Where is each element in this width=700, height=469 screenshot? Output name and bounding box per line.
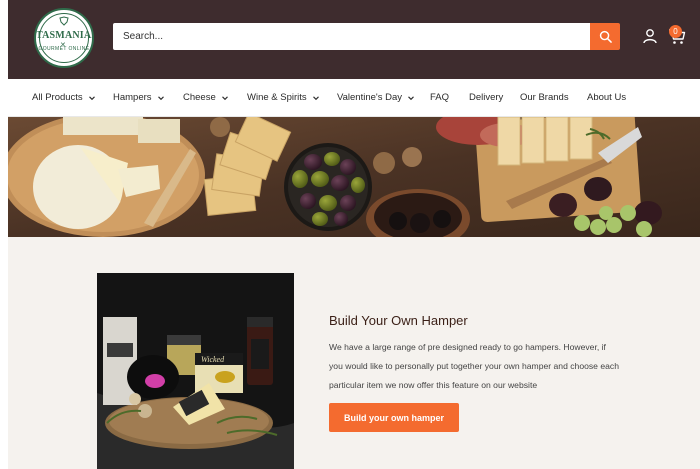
nav-item-all-products[interactable]: All Products	[32, 92, 95, 103]
site-logo[interactable]: TASMANIAN ✕ GOURMET ONLINE	[34, 8, 94, 68]
chevron-down-icon	[312, 95, 319, 100]
chevron-down-icon	[157, 95, 164, 100]
nav-item-label: About Us	[587, 92, 627, 103]
build-your-own-hamper-button[interactable]: Build your own hamper	[329, 403, 459, 432]
user-icon[interactable]	[642, 28, 658, 44]
nav-item-wine-spirits[interactable]: Wine & Spirits	[247, 92, 319, 103]
feature-section: Wicked Build Your Own Hamper We have a l…	[8, 237, 700, 469]
nav-item-valentines-day[interactable]: Valentine's Day	[337, 92, 414, 103]
nav-item-label: Hampers	[113, 92, 152, 103]
logo-text: TASMANIAN	[36, 30, 94, 41]
search-icon	[599, 30, 612, 43]
main-navigation: All Products Hampers Cheese Wine & Spiri…	[8, 79, 700, 117]
search-button[interactable]	[590, 23, 620, 50]
chevron-down-icon	[408, 95, 414, 100]
chevron-down-icon	[88, 95, 95, 100]
feature-title: Build Your Own Hamper	[329, 313, 468, 328]
cheese-platter-illustration	[8, 117, 700, 237]
nav-item-about-us[interactable]: About Us	[587, 92, 626, 103]
product-label-text: Wicked	[201, 355, 225, 364]
site-header: TASMANIAN ✕ GOURMET ONLINE	[8, 0, 700, 79]
nav-item-label: Wine & Spirits	[247, 92, 307, 103]
nav-item-delivery[interactable]: Delivery	[469, 92, 503, 103]
nav-item-label: Our Brands	[520, 92, 569, 103]
hamper-product-image: Wicked	[97, 273, 294, 469]
nav-item-label: All Products	[32, 92, 83, 103]
feature-description: We have a large range of pre designed re…	[329, 342, 619, 390]
hamper-photo-illustration: Wicked	[97, 273, 294, 469]
nav-item-cheese[interactable]: Cheese	[183, 92, 228, 103]
tasmania-mark-icon	[59, 16, 69, 26]
logo-subtext: GOURMET ONLINE	[38, 46, 90, 52]
nav-item-label: FAQ	[430, 92, 450, 103]
chevron-down-icon	[221, 95, 228, 100]
nav-item-label: Delivery	[469, 92, 504, 103]
nav-item-our-brands[interactable]: Our Brands	[520, 92, 569, 103]
nav-item-label: Valentine's Day	[337, 92, 403, 103]
cart-count-badge: 0	[669, 25, 682, 38]
search-input[interactable]	[113, 23, 590, 50]
hero-banner-image	[8, 117, 700, 237]
search-bar	[113, 23, 590, 50]
nav-item-label: Cheese	[183, 92, 216, 103]
nav-item-faq[interactable]: FAQ	[430, 92, 449, 103]
nav-item-hampers[interactable]: Hampers	[113, 92, 164, 103]
page-left-edge	[0, 0, 8, 469]
